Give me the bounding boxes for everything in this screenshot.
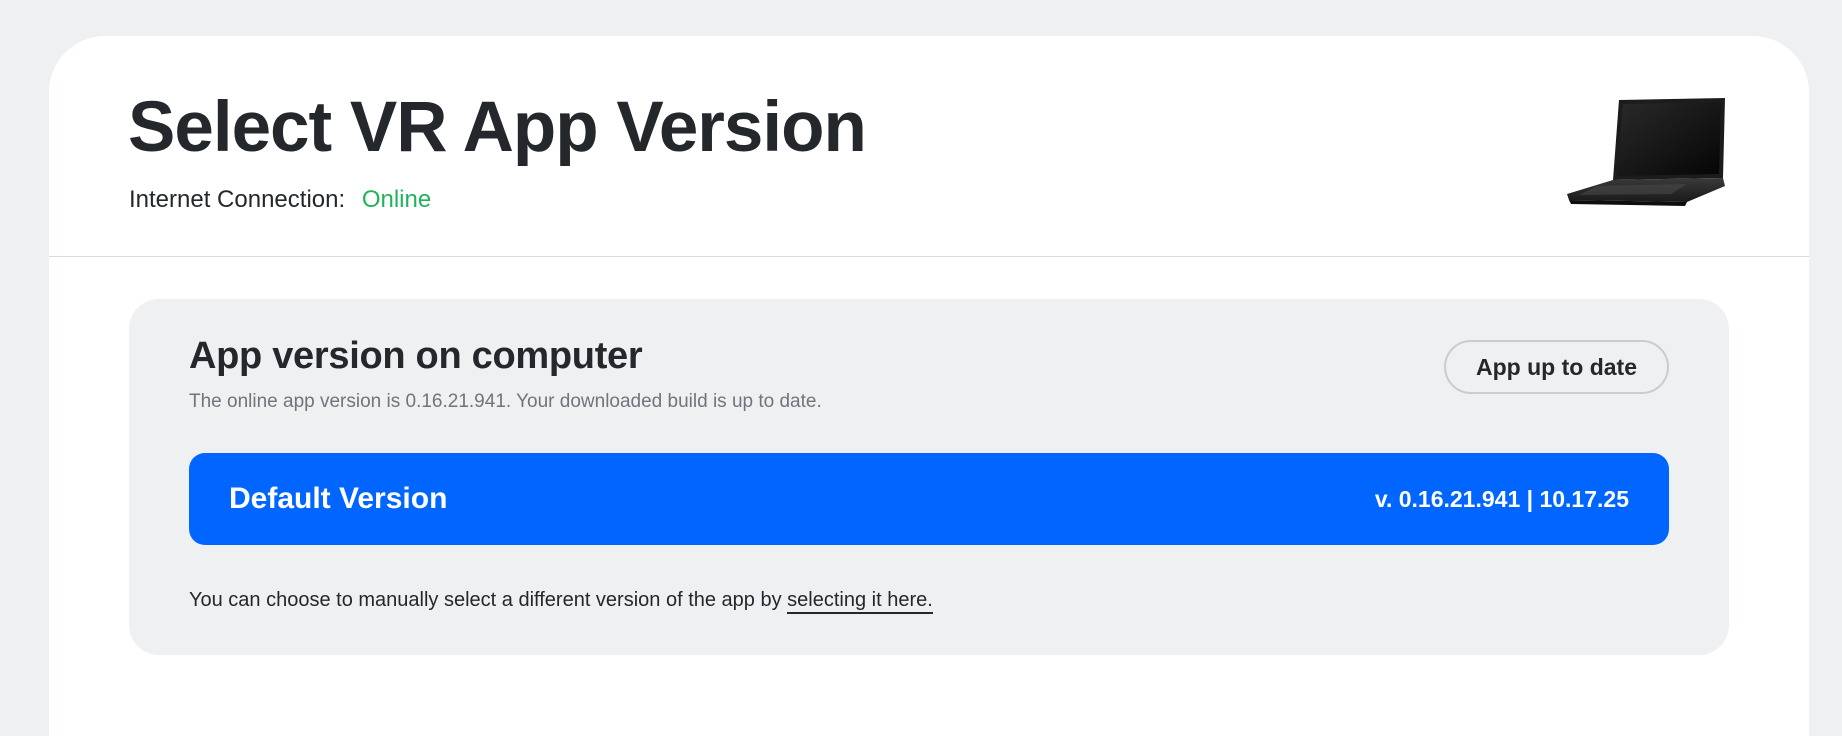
manual-select-text: You can choose to manually select a diff…: [189, 589, 933, 614]
manual-select-link[interactable]: selecting it here.: [787, 589, 933, 614]
version-panel: App version on computer The online app v…: [129, 299, 1729, 655]
connection-status-row: Internet Connection: Online: [129, 186, 431, 215]
manual-select-prefix: You can choose to manually select a diff…: [189, 589, 782, 611]
laptop-icon: [1567, 98, 1725, 206]
main-card: Select VR App Version Internet Connectio…: [49, 36, 1809, 736]
default-version-number: v. 0.16.21.941 | 10.17.25: [1374, 486, 1629, 512]
app-up-to-date-button[interactable]: App up to date: [1444, 340, 1669, 394]
default-version-option[interactable]: Default Version v. 0.16.21.941 | 10.17.2…: [189, 453, 1669, 545]
page-header: Select VR App Version Internet Connectio…: [49, 36, 1809, 257]
panel-heading: App version on computer: [189, 335, 643, 377]
default-version-name: Default Version: [229, 482, 448, 515]
connection-status-value: Online: [361, 186, 432, 213]
page-title: Select VR App Version: [128, 88, 867, 167]
panel-description: The online app version is 0.16.21.941. Y…: [189, 391, 822, 412]
connection-label: Internet Connection:: [129, 186, 346, 213]
